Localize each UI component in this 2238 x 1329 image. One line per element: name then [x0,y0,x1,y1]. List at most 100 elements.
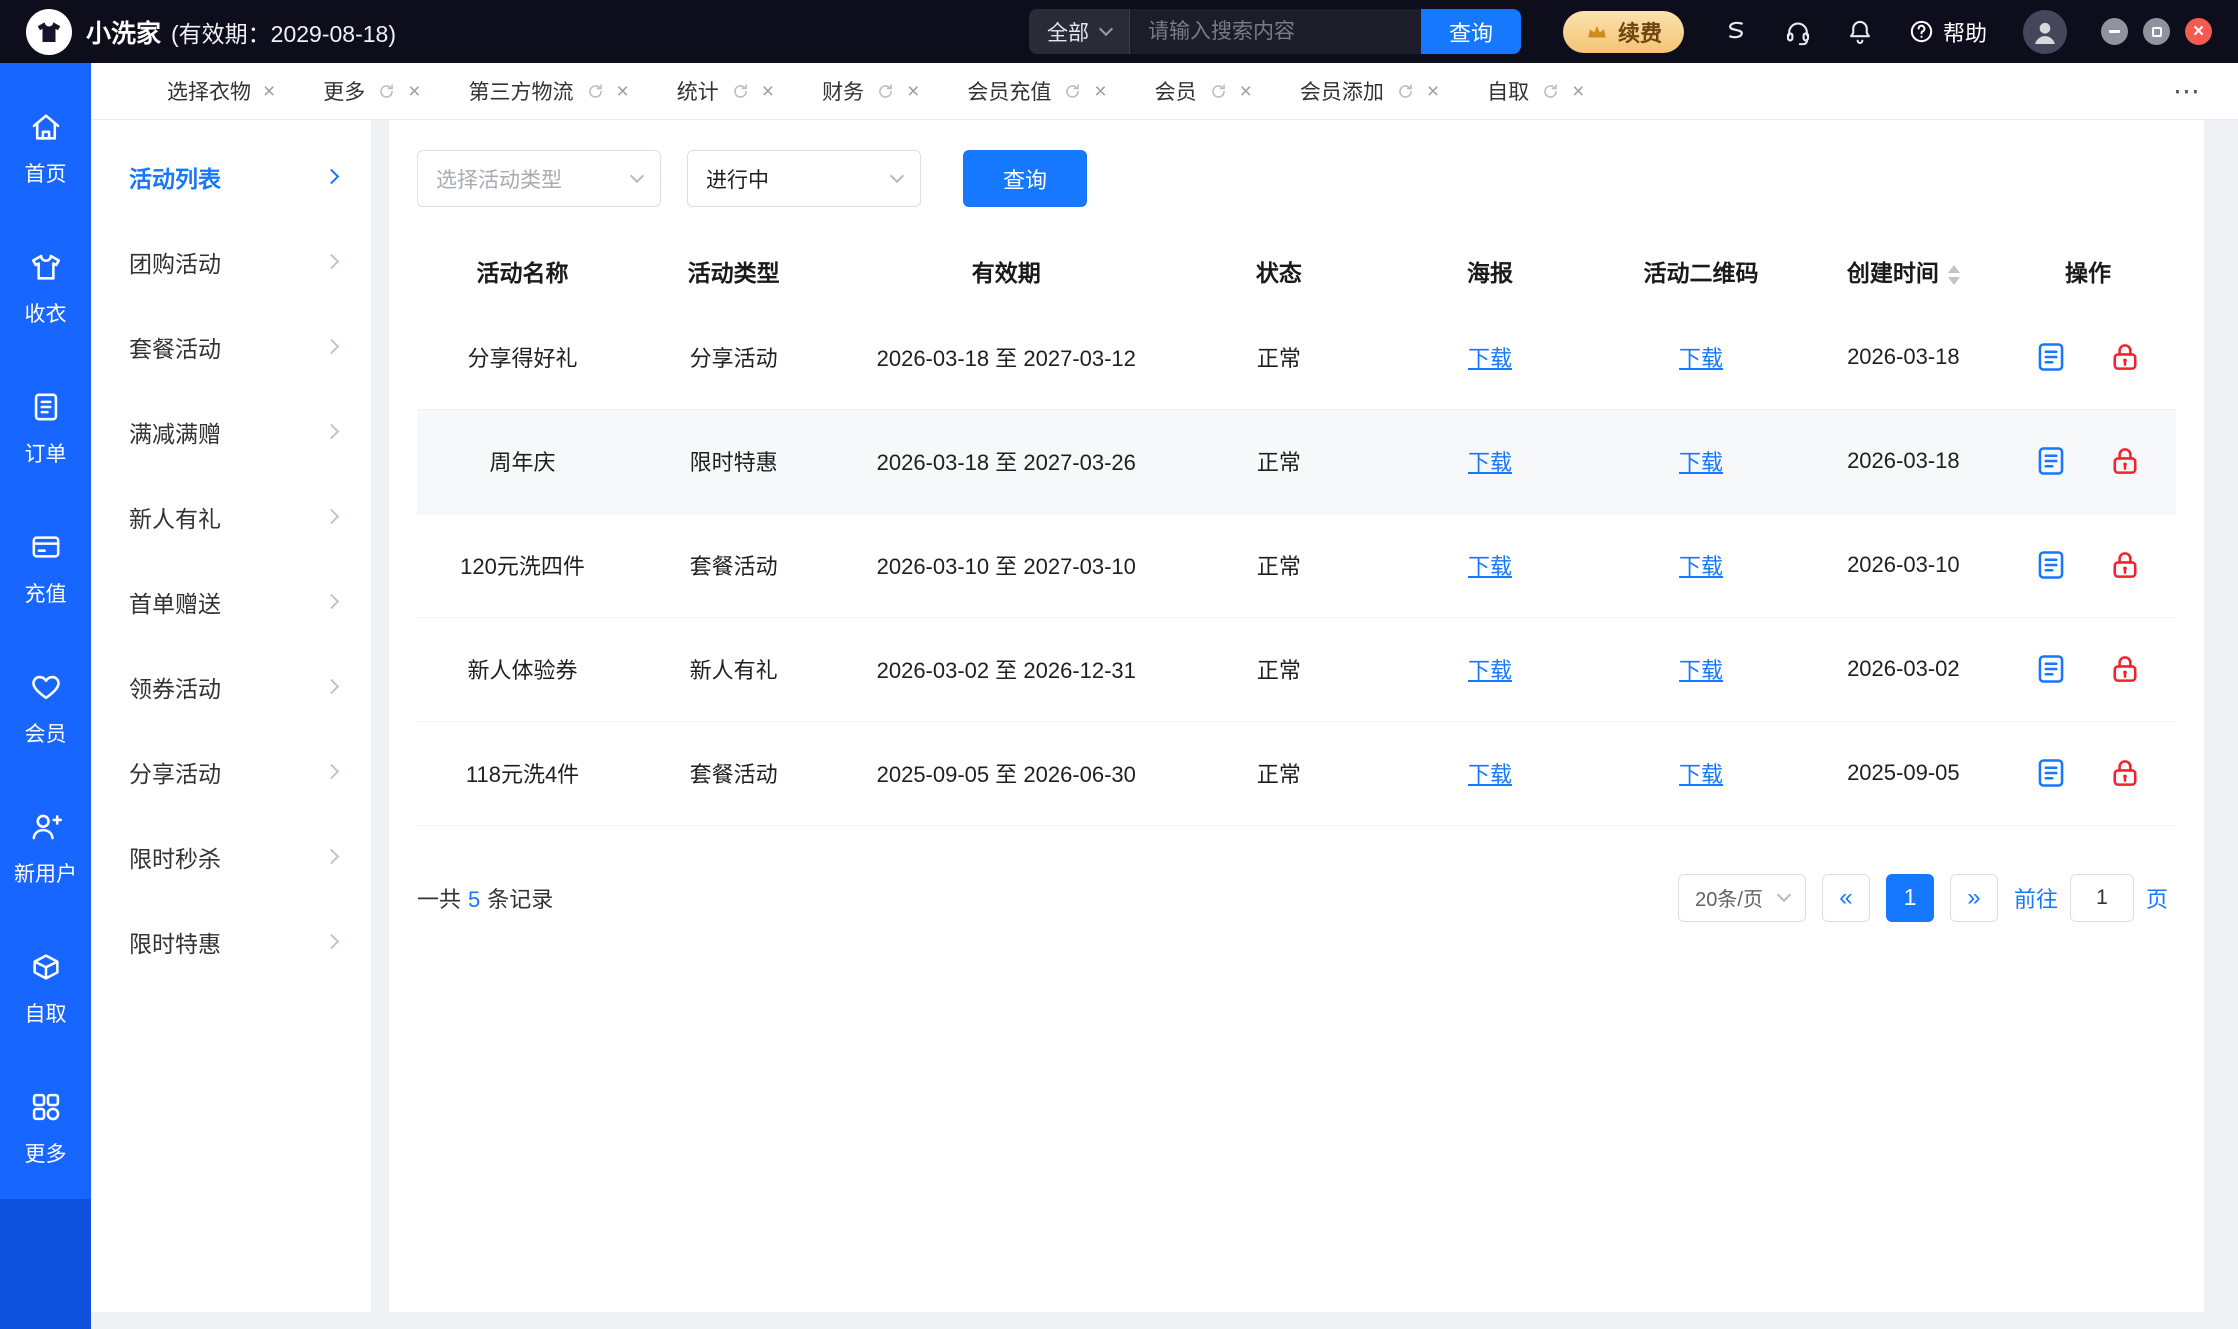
close-icon[interactable]: × [762,81,774,102]
qrcode-download-link[interactable]: 下载 [1679,346,1723,371]
row-lock-button[interactable] [2108,340,2142,374]
refresh-icon[interactable] [876,82,895,101]
submenu-item-group-buy[interactable]: 团购活动 [91,219,371,304]
refresh-icon[interactable] [1396,82,1415,101]
submenu-item-package[interactable]: 套餐活动 [91,304,371,389]
status-badge: 正常 [1173,513,1384,617]
sidebar-item-members[interactable]: 会员 [0,639,91,779]
refresh-icon[interactable] [1063,82,1082,101]
tab-more[interactable]: 更多 × [299,63,444,119]
query-button[interactable]: 查询 [963,150,1087,207]
search-input[interactable] [1129,9,1421,54]
customer-service-icon[interactable] [1784,18,1812,46]
row-detail-button[interactable] [2034,340,2068,374]
close-button[interactable]: × [2185,18,2212,45]
qrcode-download-link[interactable]: 下载 [1679,658,1723,683]
refresh-icon[interactable] [1209,82,1228,101]
created-date: 2026-03-18 [1807,409,2000,513]
tab-finance[interactable]: 财务 × [798,63,943,119]
maximize-button[interactable] [2143,18,2170,45]
s-curve-icon[interactable] [1722,18,1750,46]
chevron-right-icon [324,594,340,610]
sidebar-item-more[interactable]: 更多 [0,1059,91,1199]
activity-status-select[interactable]: 进行中 [687,150,921,207]
help-button[interactable]: 帮助 [1908,16,1987,48]
submenu-item-activity-list[interactable]: 活动列表 [91,134,371,219]
submenu-item-flash-sale[interactable]: 限时秒杀 [91,814,371,899]
sidebar-item-new-user[interactable]: 新用户 [0,779,91,919]
activity-type-select[interactable]: 选择活动类型 [417,150,661,207]
sidebar-item-recharge[interactable]: 充值 [0,499,91,639]
sidebar-item-pickup[interactable]: 自取 [0,919,91,1059]
row-detail-button[interactable] [2034,652,2068,686]
submenu-item-new-user-gift[interactable]: 新人有礼 [91,474,371,559]
tab-member-add[interactable]: 会员添加 × [1276,63,1463,119]
notification-bell-icon[interactable] [1846,18,1874,46]
table-row: 新人体验券 新人有礼 2026-03-02 至 2026-12-31 正常 下载… [417,617,2176,721]
chevron-down-icon [890,169,904,183]
submenu-item-limited-offer[interactable]: 限时特惠 [91,899,371,984]
close-icon[interactable]: × [263,81,275,102]
minimize-button[interactable] [2101,18,2128,45]
refresh-icon[interactable] [377,82,396,101]
close-icon[interactable]: × [1427,81,1439,102]
tab-pickup[interactable]: 自取 × [1463,63,1608,119]
submenu-item-share[interactable]: 分享活动 [91,729,371,814]
poster-download-link[interactable]: 下载 [1468,450,1512,475]
qrcode-download-link[interactable]: 下载 [1679,450,1723,475]
tab-select-clothes[interactable]: 选择衣物 × [143,63,299,119]
renew-button[interactable]: 续费 [1563,11,1684,53]
refresh-icon[interactable] [586,82,605,101]
qrcode-download-link[interactable]: 下载 [1679,762,1723,787]
qrcode-download-link[interactable]: 下载 [1679,554,1723,579]
poster-download-link[interactable]: 下载 [1468,658,1512,683]
poster-download-link[interactable]: 下载 [1468,762,1512,787]
next-page-button[interactable]: » [1950,874,1998,922]
submenu-item-coupon[interactable]: 领券活动 [91,644,371,729]
row-lock-button[interactable] [2108,652,2142,686]
row-detail-button[interactable] [2034,548,2068,582]
prev-page-button[interactable]: « [1822,874,1870,922]
created-date: 2025-09-05 [1807,721,2000,825]
row-detail-button[interactable] [2034,444,2068,478]
tab-third-party-logistics[interactable]: 第三方物流 × [445,63,653,119]
tab-statistics[interactable]: 统计 × [653,63,798,119]
goto-page-input[interactable] [2070,874,2134,922]
refresh-icon[interactable] [1541,82,1560,101]
status-badge: 正常 [1173,617,1384,721]
renew-label: 续费 [1618,16,1662,48]
new-user-icon [29,810,63,849]
close-icon[interactable]: × [907,81,919,102]
close-icon[interactable]: × [408,81,420,102]
sidebar-item-receive[interactable]: 收衣 [0,219,91,359]
row-lock-button[interactable] [2108,444,2142,478]
row-lock-button[interactable] [2108,548,2142,582]
sidebar-item-home[interactable]: 首页 [0,79,91,219]
refresh-icon[interactable] [731,82,750,101]
table-header-row: 活动名称 活动类型 有效期 状态 海报 活动二维码 创建时间 操作 [417,237,2176,305]
search-scope-select[interactable]: 全部 [1029,9,1129,54]
page-size-select[interactable]: 20条/页 [1678,874,1806,922]
tab-member-recharge[interactable]: 会员充值 × [943,63,1130,119]
poster-download-link[interactable]: 下载 [1468,554,1512,579]
activity-type: 分享活动 [628,305,839,409]
col-actions: 操作 [2000,237,2176,305]
tab-member[interactable]: 会员 × [1131,63,1276,119]
sidebar-item-orders[interactable]: 订单 [0,359,91,499]
page-number-1[interactable]: 1 [1886,874,1934,922]
submenu-item-first-order-gift[interactable]: 首单赠送 [91,559,371,644]
search-button[interactable]: 查询 [1421,9,1521,54]
close-icon[interactable]: × [1572,81,1584,102]
row-lock-button[interactable] [2108,756,2142,790]
sort-icon[interactable] [1948,265,1960,285]
tab-overflow-button[interactable]: ⋯ [2153,76,2220,107]
activity-name: 120元洗四件 [417,513,628,617]
row-detail-button[interactable] [2034,756,2068,790]
user-avatar[interactable] [2023,10,2067,54]
submenu-item-full-discount[interactable]: 满减满赠 [91,389,371,474]
close-icon[interactable]: × [1094,81,1106,102]
close-icon[interactable]: × [617,81,629,102]
poster-download-link[interactable]: 下载 [1468,346,1512,371]
close-icon[interactable]: × [1240,81,1252,102]
app-window: 小洗家 (有效期：2029-08-18) 全部 查询 续费 [0,0,2238,1329]
